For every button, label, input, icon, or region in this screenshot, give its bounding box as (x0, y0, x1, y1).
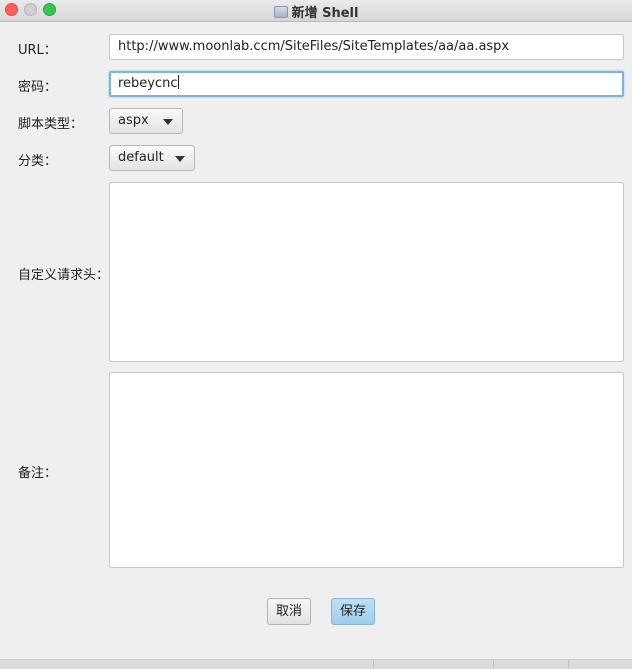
url-input[interactable]: http://www.moonlab.ccm/SiteFiles/SiteTem… (109, 34, 624, 60)
category-label: 分类： (18, 154, 58, 169)
chevron-down-icon (175, 156, 185, 162)
divider (373, 660, 374, 669)
chevron-down-icon (163, 119, 173, 125)
divider (568, 660, 569, 669)
script-type-value: aspx (118, 113, 149, 128)
background-window-edge (0, 660, 632, 669)
title-bar: 新增 Shell (0, 0, 632, 22)
category-select[interactable]: default (109, 145, 195, 171)
script-type-label: 脚本类型： (18, 117, 84, 132)
save-button[interactable]: 保存 (331, 598, 375, 625)
custom-headers-label: 自定义请求头： (18, 268, 110, 283)
password-input[interactable]: rebeycnc (109, 71, 624, 97)
app-icon (273, 6, 288, 18)
custom-headers-textarea[interactable] (109, 182, 624, 362)
notes-label: 备注： (18, 466, 58, 481)
category-value: default (118, 150, 164, 165)
script-type-select[interactable]: aspx (109, 108, 183, 134)
url-value: http://www.moonlab.ccm/SiteFiles/SiteTem… (118, 39, 510, 54)
password-label: 密码： (18, 80, 58, 95)
password-value: rebeycnc (118, 76, 178, 91)
notes-textarea[interactable] (109, 372, 624, 568)
window-title: 新增 Shell (291, 6, 359, 21)
cancel-button[interactable]: 取消 (267, 598, 311, 625)
window-title-area: 新增 Shell (0, 2, 632, 21)
text-caret (177, 75, 179, 89)
url-label: URL： (18, 43, 57, 58)
divider (493, 660, 494, 669)
add-shell-dialog: 新增 Shell URL： http://www.moonlab.ccm/Sit… (0, 0, 632, 660)
